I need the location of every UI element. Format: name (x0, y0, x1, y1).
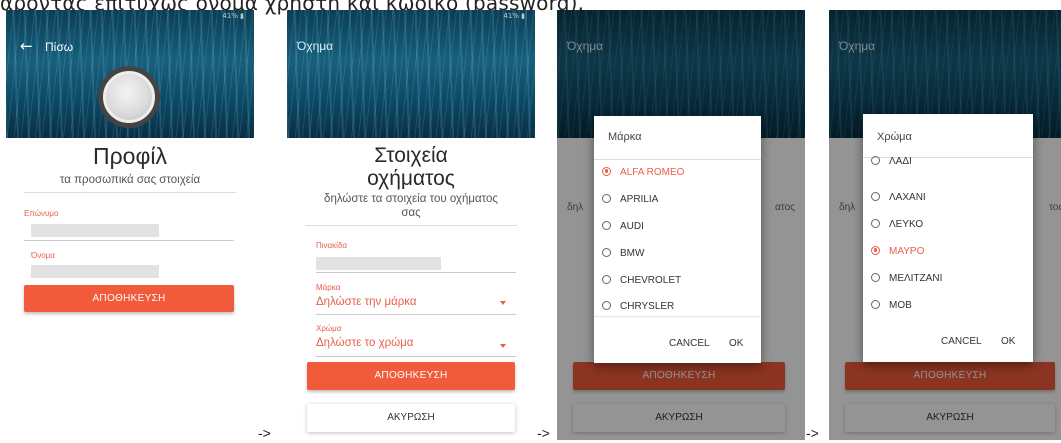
flow-arrow: -> (806, 425, 819, 441)
dialog-title: Μάρκα (608, 131, 642, 143)
vehicle-screen: 41% ▮ Όχημα Στοιχεία οχήματος δηλώστε τα… (287, 10, 535, 440)
option-alfa-romeo[interactable]: ALFA ROMEO (602, 166, 684, 181)
dialog-ok-button[interactable]: OK (1001, 336, 1015, 347)
plate-label: Πινακίδα (316, 241, 348, 250)
option-mov[interactable]: ΜΟΒ (871, 299, 912, 314)
page-subtitle-line2: σας (401, 207, 421, 219)
brand-underline (316, 314, 516, 315)
page-title-line2: οχήματος (367, 167, 455, 190)
color-underline (316, 356, 516, 357)
brand-label: Μάρκα (316, 283, 341, 292)
status-bar: 41% ▮ (222, 12, 244, 20)
name-label: Όνομα (31, 251, 55, 260)
chevron-down-icon[interactable] (500, 301, 506, 305)
radio-icon (871, 299, 880, 309)
page-subtitle-line1: δηλώστε τα στοιχεία του οχήματος (324, 193, 498, 205)
page-title-line1: Στοιχεία (374, 144, 448, 167)
dialog-ok-button[interactable]: OK (729, 338, 743, 349)
plate-field[interactable] (316, 257, 441, 270)
radio-icon (871, 191, 880, 201)
radio-icon (602, 247, 611, 257)
back-label[interactable]: Πίσω (45, 40, 73, 54)
radio-icon (602, 220, 611, 230)
option-chrysler[interactable]: CHRYSLER (602, 300, 674, 315)
color-select[interactable]: Δηλώστε το χρώμα (316, 337, 413, 349)
radio-icon (602, 274, 611, 284)
surname-label: Επώνυμο (24, 209, 59, 218)
radio-checked-icon (871, 245, 880, 255)
color-dialog: Χρώμα ΛΑΔΙ ΛΑΧΑΝΙ ΛΕΥΚΟ ΜΑΥΡΟ ΜΕΛΙΤΖΑΝΙ … (863, 114, 1033, 362)
back-arrow-icon[interactable]: ← (20, 37, 33, 55)
option-melitzani[interactable]: ΜΕΛΙΤΖΑΝΙ (871, 272, 942, 287)
option-aprilia[interactable]: APRILIA (602, 193, 658, 208)
option-bmw[interactable]: BMW (602, 247, 644, 262)
option-audi[interactable]: AUDI (602, 220, 644, 235)
radio-icon (871, 218, 880, 228)
save-button[interactable]: ΑΠΟΘΗΚΕΥΣΗ (307, 362, 515, 390)
flow-arrow: -> (537, 425, 550, 441)
radio-icon (871, 272, 880, 282)
color-dialog-screen: Όχημα δηλ τος ΑΠΟΘΗΚΕΥΣΗ ΑΚΥΡΩΣΗ Χρώμα Λ… (829, 10, 1061, 440)
brand-select[interactable]: Δηλώστε την μάρκα (316, 296, 417, 308)
name-field[interactable] (31, 265, 159, 278)
page-title: Προφίλ (92, 143, 167, 169)
status-bar: 41% ▮ (503, 12, 525, 20)
option-lachani[interactable]: ΛΑΧΑΝΙ (871, 191, 926, 206)
save-button[interactable]: ΑΠΟΘΗΚΕΥΣΗ (24, 285, 234, 312)
page-subtitle: τα προσωπικά σας στοιχεία (59, 174, 201, 186)
brand-dialog: Μάρκα ALFA ROMEO APRILIA AUDI BMW CHEVRO… (594, 116, 761, 363)
radio-checked-icon (602, 166, 611, 176)
dialog-cancel-button[interactable]: CANCEL (941, 336, 982, 347)
color-label: Χρώμα (316, 324, 342, 333)
dialog-cancel-button[interactable]: CANCEL (669, 338, 710, 349)
option-chevrolet[interactable]: CHEVROLET (602, 274, 681, 289)
dialog-divider (594, 159, 761, 160)
flow-arrow: -> (258, 425, 271, 441)
radio-icon (602, 300, 611, 310)
avatar[interactable] (103, 71, 155, 123)
plate-underline (316, 272, 516, 273)
dialog-title: Χρώμα (877, 131, 912, 143)
option-mavro[interactable]: ΜΑΥΡΟ (871, 245, 924, 260)
header-title: Όχημα (297, 39, 334, 53)
surname-underline (24, 240, 234, 241)
option-ladi[interactable]: ΛΑΔΙ (871, 155, 912, 170)
option-lefko[interactable]: ΛΕΥΚΟ (871, 218, 923, 233)
profile-screen: 41% ▮ ← Πίσω Προφίλ τα προσωπικά σας στο… (6, 10, 254, 440)
radio-icon (602, 193, 611, 203)
surname-field[interactable] (31, 224, 159, 237)
divider (305, 225, 517, 226)
chevron-down-icon[interactable] (500, 344, 506, 348)
brand-dialog-screen: Όχημα δηλ ατος ΑΠΟΘΗΚΕΥΣΗ ΑΚΥΡΩΣΗ Μάρκα … (557, 10, 805, 440)
cancel-button[interactable]: ΑΚΥΡΩΣΗ (307, 404, 515, 432)
radio-icon (871, 155, 880, 165)
header-banner (287, 10, 535, 138)
divider (24, 192, 236, 193)
